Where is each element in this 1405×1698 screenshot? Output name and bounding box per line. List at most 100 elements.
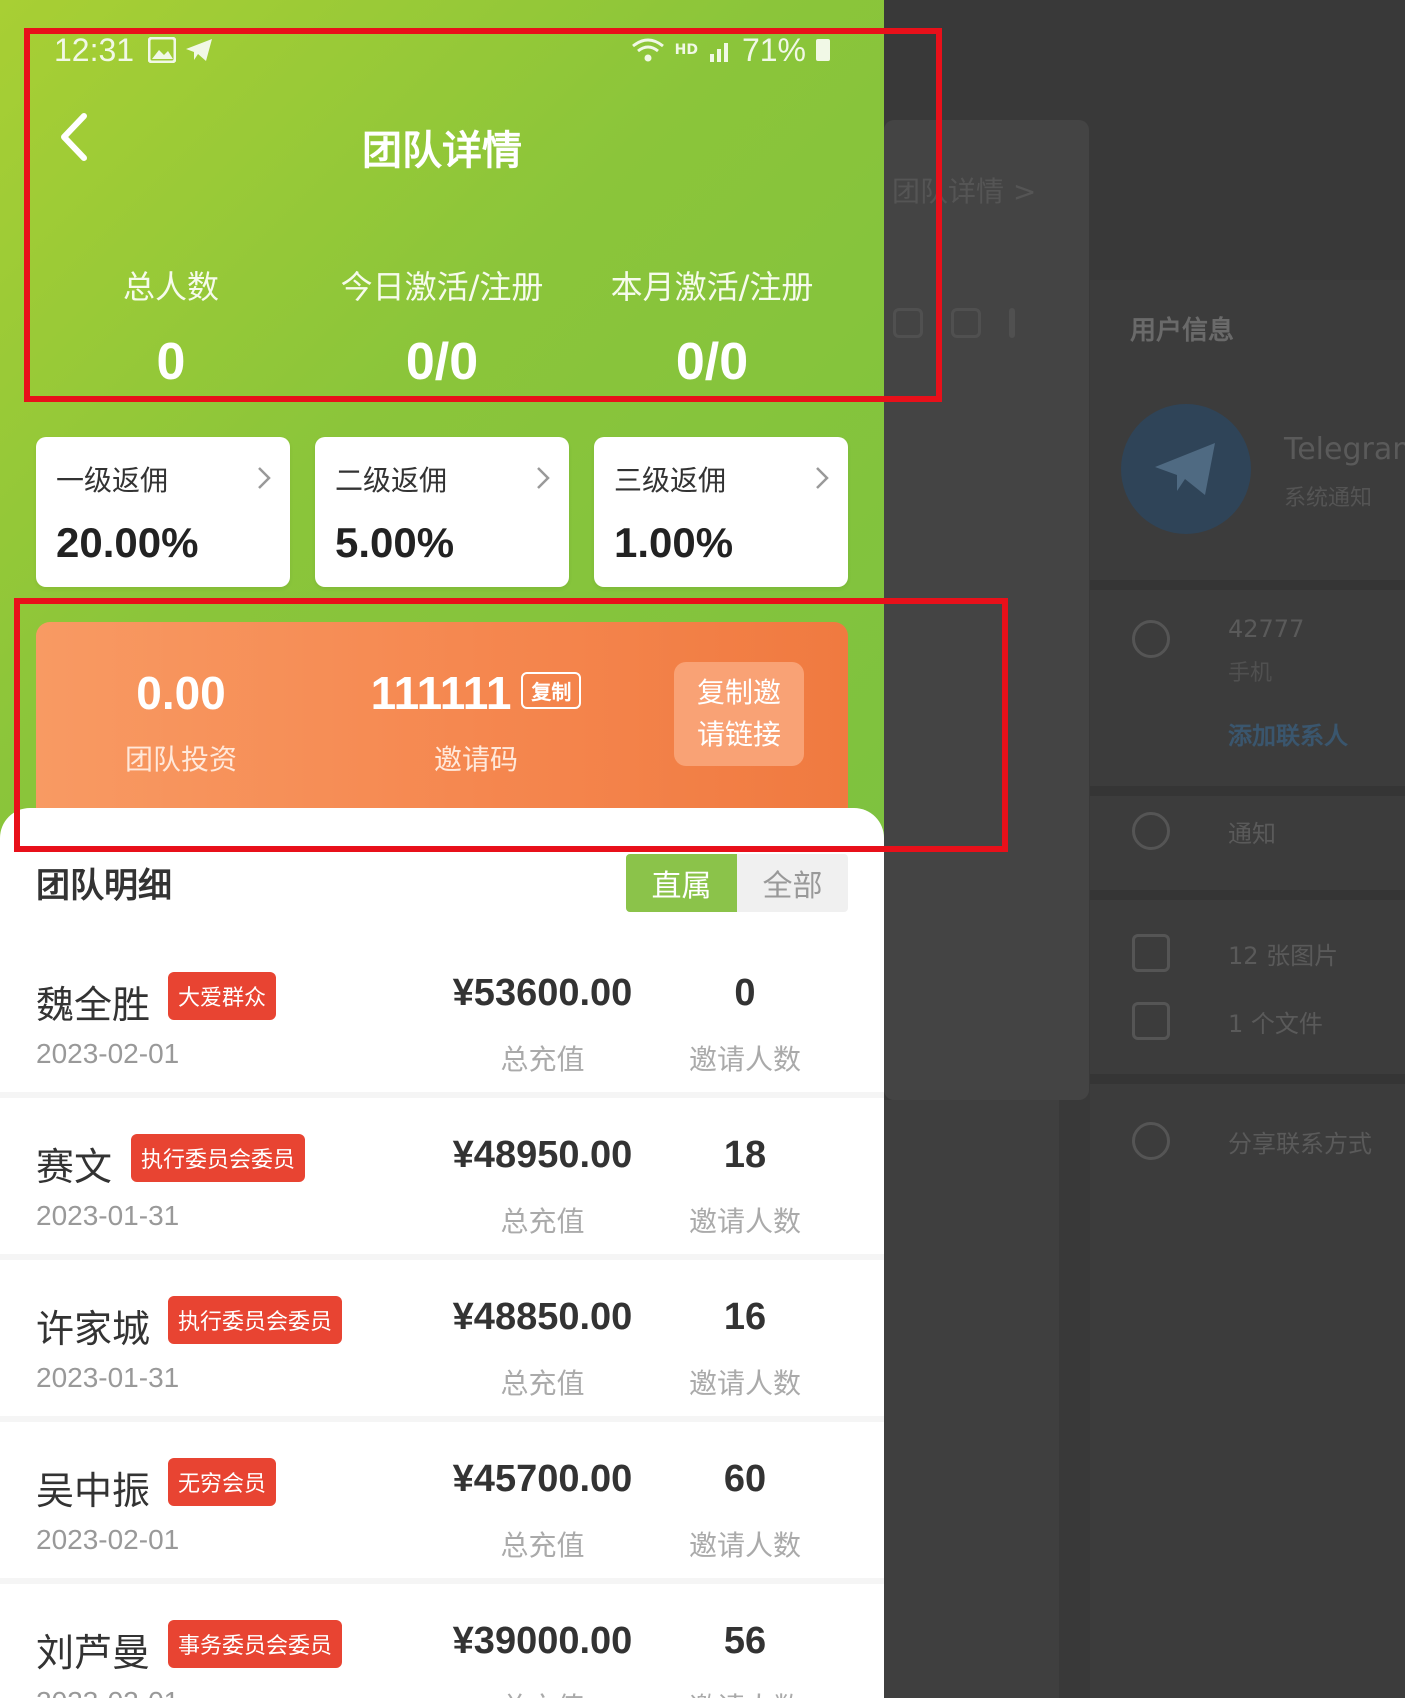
level-card-1[interactable]: 一级返佣 20.00%: [36, 437, 290, 587]
member-count: 16: [723, 1296, 767, 1338]
divider: [1090, 786, 1405, 796]
member-name: 赛文: [36, 1145, 113, 1189]
member-date: 2023-02-01: [36, 1038, 180, 1069]
telegram-avatar: [1121, 404, 1251, 534]
stat-value: 0: [156, 333, 186, 391]
level-card-2[interactable]: 二级返佣 5.00%: [315, 437, 569, 587]
stat-today: 今日激活/注册 0/0: [307, 262, 577, 392]
notifications-label: 通知: [1228, 819, 1276, 848]
chevron-right-icon: [816, 467, 829, 489]
member-badge: 执行委员会委员: [131, 1134, 306, 1182]
member-count: 60: [723, 1458, 767, 1500]
member-count: 0: [734, 972, 756, 1014]
team-investment-label: 团队投资: [124, 743, 237, 776]
photos-row[interactable]: 12 张图片: [1132, 928, 1402, 978]
team-details-panel: 团队明细 直属 全部 魏全胜 大爱群众 2023-02-01 ¥53600.00…: [0, 808, 884, 1698]
member-date: 2023-02-01: [36, 1686, 179, 1698]
screenshot-root: 团队详情 > 用户信息 Telegram 系统通知 42777 手机 添加联系人…: [0, 0, 1405, 1698]
telegram-plane-icon: [1155, 443, 1215, 495]
stat-value: 0/0: [675, 333, 749, 391]
tab-all[interactable]: 全部: [737, 854, 848, 912]
team-details-title: 团队明细: [36, 866, 172, 906]
background-chat-preview: [884, 120, 1089, 1100]
page-title: 团队详情: [362, 128, 522, 174]
member-amount: ¥53600.00: [452, 972, 633, 1014]
status-left-icons: [148, 37, 214, 63]
stat-label: 本月激活/注册: [610, 268, 814, 306]
level-label: 三级返佣: [614, 464, 727, 497]
network-hd-label: HD: [674, 42, 698, 58]
background-chat-title: 团队详情 >: [892, 175, 1037, 208]
tab-direct[interactable]: 直属: [626, 854, 737, 912]
stat-value: 0/0: [405, 333, 479, 391]
notifications-row[interactable]: 通知: [1132, 806, 1402, 856]
info-icon: [1132, 620, 1170, 658]
stats-row: 总人数 0 今日激活/注册 0/0 本月激活/注册 0/0: [0, 262, 884, 402]
copy-invite-link-button[interactable]: 复制邀 请链接: [674, 662, 804, 766]
member-name: 魏全胜: [36, 983, 151, 1027]
member-row[interactable]: 吴中振 无穷会员 2023-02-01 ¥45700.00 总充值 60 邀请人…: [0, 1424, 884, 1584]
share-label: 分享联系方式: [1228, 1129, 1372, 1158]
member-row[interactable]: 赛文 执行委员会委员 2023-01-31 ¥48950.00 总充值 18 邀…: [0, 1100, 884, 1260]
commission-levels: 一级返佣 20.00% 二级返佣 5.00% 三级返佣 1.00%: [36, 437, 848, 587]
phone-label: 手机: [1228, 661, 1273, 686]
copy-code-button[interactable]: 复制: [521, 672, 582, 710]
chevron-right-icon: [258, 467, 271, 489]
member-amount-label: 总充值: [500, 1367, 585, 1400]
photos-label: 12 张图片: [1228, 941, 1339, 970]
gallery-icon: [148, 37, 177, 63]
member-count-label: 邀请人数: [688, 1205, 801, 1238]
member-amount-label: 总充值: [500, 1529, 585, 1562]
user-info-title: 用户信息: [1130, 316, 1235, 346]
level-card-3[interactable]: 三级返佣 1.00%: [594, 437, 848, 587]
team-investment-value: 0.00: [136, 667, 226, 719]
status-time: 12:31: [54, 31, 135, 68]
stat-label: 今日激活/注册: [340, 268, 544, 306]
battery-percent: 71%: [741, 31, 806, 68]
add-contact-link[interactable]: 添加联系人: [1228, 716, 1348, 751]
member-badge: 大爱群众: [168, 972, 277, 1020]
member-count-label: 邀请人数: [688, 1529, 801, 1562]
member-date: 2023-01-31: [36, 1200, 180, 1231]
invite-code-text: 111111: [370, 667, 512, 719]
member-amount-label: 总充值: [500, 1043, 585, 1076]
share-icon: [1132, 1122, 1170, 1160]
member-date: 2023-01-31: [36, 1362, 180, 1393]
level-label: 二级返佣: [335, 464, 448, 497]
member-name: 许家城: [36, 1307, 151, 1351]
level-value: 1.00%: [614, 519, 734, 566]
member-date: 2023-02-01: [36, 1524, 180, 1555]
telegram-icon: [186, 39, 213, 61]
contact-subtitle: 系统通知: [1284, 486, 1373, 511]
member-count-label: 邀请人数: [688, 1367, 801, 1400]
member-row[interactable]: 刘芦曼 事务委员会委员 2023-02-01 ¥39000.00 总充值 56 …: [0, 1586, 884, 1698]
contact-name: Telegram: [1284, 432, 1405, 467]
stat-month: 本月激活/注册 0/0: [577, 262, 847, 392]
more-icon: [1009, 308, 1015, 338]
divider: [1090, 890, 1405, 900]
phone-number: 42777: [1228, 615, 1305, 643]
stat-total: 总人数 0: [36, 262, 306, 392]
stat-label: 总人数: [122, 268, 219, 306]
member-badge: 事务委员会委员: [168, 1620, 343, 1668]
status-right-icons: HD 71%: [631, 32, 830, 69]
member-name: 吴中振: [36, 1469, 151, 1513]
invite-code-label: 邀请码: [433, 743, 518, 776]
image-icon: [1132, 934, 1170, 972]
member-count-label: 邀请人数: [665, 1686, 825, 1698]
member-row[interactable]: 许家城 执行委员会委员 2023-01-31 ¥48850.00 总充值 16 …: [0, 1262, 884, 1422]
background-image-preview: [884, 1100, 1059, 1698]
copy-link-line2: 请链接: [696, 718, 781, 751]
share-row[interactable]: 分享联系方式: [1132, 1116, 1402, 1166]
files-row[interactable]: 1 个文件: [1132, 996, 1402, 1046]
member-row[interactable]: 魏全胜 大爱群众 2023-02-01 ¥53600.00 总充值 0 邀请人数: [0, 938, 884, 1098]
copy-link-line1: 复制邀: [696, 676, 781, 709]
chevron-right-icon: [537, 467, 550, 489]
bell-icon: [1132, 812, 1170, 850]
member-amount-label: 总充值: [500, 1205, 585, 1238]
signal-icon: [709, 43, 728, 62]
battery-icon: [816, 39, 830, 61]
level-value: 20.00%: [56, 519, 199, 566]
phone-icon: [893, 308, 923, 338]
team-investment: 0.00 团队投资: [76, 666, 286, 778]
